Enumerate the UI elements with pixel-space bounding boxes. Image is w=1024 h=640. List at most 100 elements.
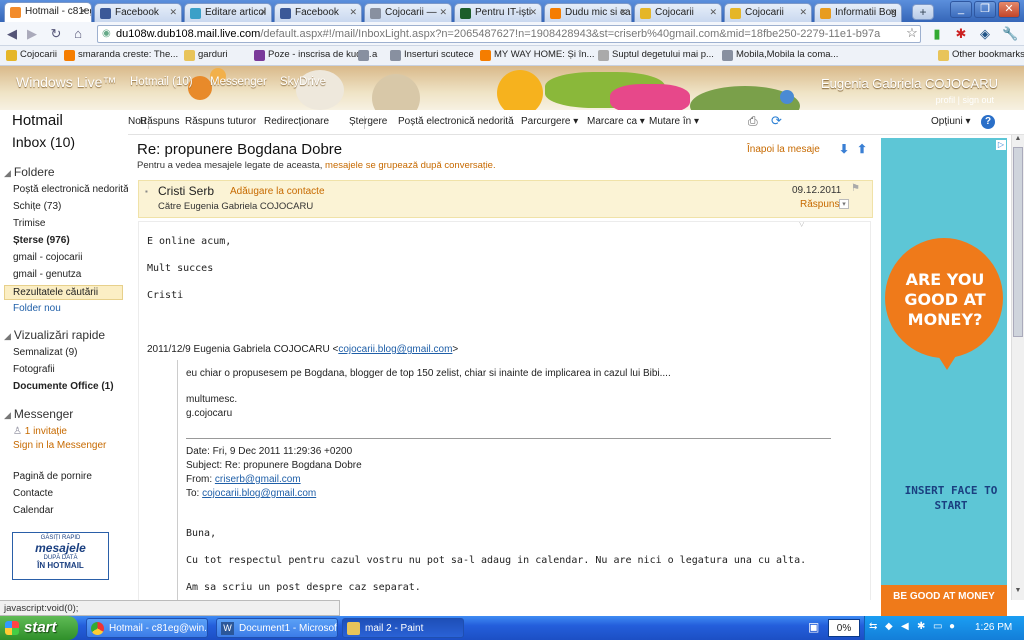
browser-tab[interactable]: Facebook ✕	[274, 3, 362, 22]
bookmark-item[interactable]: garduri	[184, 49, 228, 61]
bookmark-item[interactable]: Suptul degetului mai p...	[598, 49, 714, 61]
options-menu[interactable]: Opțiuni ▾	[931, 116, 970, 127]
extension-icon[interactable]: ✱	[953, 26, 969, 42]
close-tab-icon[interactable]: ✕	[799, 7, 807, 18]
fwd-to-link[interactable]: cojocarii.blog@gmail.com	[202, 488, 316, 499]
forward-button[interactable]: Redirecționare	[264, 116, 329, 127]
adchoices-icon[interactable]: ▷	[996, 140, 1006, 150]
junk-button[interactable]: Poștă electronică nedorită	[398, 116, 514, 127]
clock[interactable]: 1:26 PM	[975, 622, 1012, 633]
start-button[interactable]: start	[0, 616, 78, 640]
maximize-button[interactable]: ❐	[974, 1, 996, 18]
messenger-signin-link[interactable]: Sign in la Messenger	[13, 440, 106, 451]
browser-tab[interactable]: Pentru IT-iști ✕	[454, 3, 542, 22]
advertisement[interactable]: ▷ ARE YOU GOOD AT MONEY? INSERT FACE TO …	[881, 138, 1007, 616]
reply-button[interactable]: Răspuns	[140, 116, 179, 127]
bookmark-item[interactable]: Mobila,Mobila la coma...	[722, 49, 838, 61]
other-bookmarks[interactable]: Other bookmarks	[938, 49, 1024, 61]
quick-view-item[interactable]: Documente Office (1)	[13, 381, 114, 392]
close-tab-icon[interactable]: ✕	[349, 7, 357, 18]
delete-button[interactable]: Ștergere	[349, 116, 387, 127]
signal-extension-icon[interactable]: ▮	[929, 26, 945, 42]
folder-item[interactable]: gmail - cojocarii	[13, 252, 82, 263]
nav-hotmail[interactable]: Hotmail (10)	[130, 76, 193, 88]
monitor-icon[interactable]: ▭	[933, 621, 942, 632]
mark-as-menu[interactable]: Marcare ca ▾	[587, 116, 645, 127]
reply-dropdown-icon[interactable]: ▾	[839, 199, 849, 209]
taskbar-item-word[interactable]: W Document1 - Microsof...	[216, 618, 338, 638]
folder-item[interactable]: Folder nou	[13, 303, 61, 314]
quick-view-item[interactable]: Fotografii	[13, 364, 55, 375]
reply-link[interactable]: Răspuns	[800, 199, 839, 210]
previous-message-icon[interactable]: ⬆	[857, 143, 869, 155]
close-window-button[interactable]: ✕	[998, 1, 1020, 18]
home-page-link[interactable]: Pagină de pornire	[13, 471, 92, 482]
help-icon[interactable]: ?	[981, 115, 995, 129]
bookmark-item[interactable]: smaranda creste: The...	[64, 49, 178, 61]
promo-banner[interactable]: GĂSIȚI RAPID mesajele DUPĂ DATĂ ÎN HOTMA…	[12, 532, 109, 580]
hotmail-title[interactable]: Hotmail	[12, 112, 63, 129]
next-message-icon[interactable]: ⬇	[839, 143, 851, 155]
new-tab-button[interactable]: +	[912, 4, 934, 20]
home-icon[interactable]: ⌂	[70, 26, 86, 42]
folder-item[interactable]: Schițe (73)	[13, 201, 61, 212]
folder-item[interactable]: Rezultatele căutării	[4, 285, 123, 300]
sign-out-link[interactable]: sign out	[962, 95, 994, 105]
bookmark-item[interactable]: Cojocarii	[6, 49, 57, 61]
refresh-icon[interactable]: ⟳	[771, 113, 782, 129]
conversation-link[interactable]: mesajele se grupează după conversație.	[325, 160, 496, 171]
back-to-messages-link[interactable]: Înapoi la mesaje	[747, 144, 820, 155]
close-tab-icon[interactable]: ✕	[259, 7, 267, 18]
close-tab-icon[interactable]: ✕	[889, 7, 897, 18]
contacts-link[interactable]: Contacte	[13, 488, 53, 499]
back-icon[interactable]: ◀	[4, 26, 20, 42]
network-icon[interactable]: ⇆	[869, 621, 877, 632]
close-tab-icon[interactable]: ✕	[79, 6, 87, 17]
sweep-menu[interactable]: Parcurgere ▾	[521, 116, 578, 127]
folders-heading[interactable]: ◢ Foldere	[4, 165, 55, 179]
bookmark-item[interactable]: Inserturi scutece	[390, 49, 474, 61]
close-tab-icon[interactable]: ✕	[709, 7, 717, 18]
taskbar-item-chrome[interactable]: Hotmail - c81eg@win...	[86, 618, 208, 638]
nav-skydrive[interactable]: SkyDrive	[280, 76, 326, 88]
flag-icon[interactable]: ⚑	[851, 183, 860, 194]
shield-icon[interactable]: ◆	[885, 621, 893, 632]
page-scrollbar[interactable]: ▲ ▼	[1011, 135, 1024, 600]
browser-tab[interactable]: Cojocarii — ✕	[364, 3, 452, 22]
taskbar-item-paint[interactable]: mail 2 - Paint	[342, 618, 464, 638]
inbox-link[interactable]: Inbox (10)	[12, 134, 75, 150]
desktop-icon[interactable]: ▣	[808, 620, 824, 636]
minimize-button[interactable]: _	[950, 1, 972, 18]
folder-item[interactable]: Șterse (976)	[13, 235, 70, 246]
move-to-menu[interactable]: Mutare în ▾	[649, 116, 699, 127]
scroll-down-icon[interactable]: ▼	[1013, 587, 1023, 597]
windows-live-logo[interactable]: Windows Live™	[16, 74, 116, 90]
wrench-icon[interactable]: 🔧	[1002, 26, 1018, 42]
browser-tab[interactable]: Facebook ✕	[94, 3, 182, 22]
print-icon[interactable]: ⎙	[748, 114, 758, 129]
antivirus-icon[interactable]: ●	[949, 621, 955, 632]
user-name[interactable]: Eugenia Gabriela COJOCARU	[821, 76, 998, 91]
close-tab-icon[interactable]: ✕	[169, 7, 177, 18]
address-bar[interactable]: ◉ du108w.dub108.mail.live.com/default.as…	[97, 25, 921, 43]
folder-item[interactable]: Trimise	[13, 218, 45, 229]
calendar-link[interactable]: Calendar	[13, 505, 54, 516]
sender-name[interactable]: Cristi Serb	[158, 184, 214, 198]
browser-tab[interactable]: Cojocarii ✕	[724, 3, 812, 22]
browser-tab[interactable]: Cojocarii ✕	[634, 3, 722, 22]
expand-icon[interactable]: ▽	[799, 222, 804, 228]
reply-all-button[interactable]: Răspuns tuturor	[185, 116, 256, 127]
scroll-up-icon[interactable]: ▲	[1013, 135, 1023, 145]
battery-percent[interactable]: 0%	[828, 619, 860, 637]
add-contact-link[interactable]: Adăugare la contacte	[230, 186, 325, 197]
scroll-thumb[interactable]	[1013, 147, 1023, 337]
forward-icon[interactable]: ▶	[24, 26, 40, 42]
bookmark-item[interactable]: MY WAY HOME: Și în...	[480, 49, 594, 61]
quote-email-link[interactable]: cojocarii.blog@gmail.com	[338, 344, 452, 355]
star-icon[interactable]: ☆	[904, 25, 920, 41]
collapse-message-icon[interactable]: ▪	[145, 187, 148, 196]
fwd-from-link[interactable]: criserb@gmail.com	[215, 474, 301, 485]
quick-views-heading[interactable]: ◢ Vizualizări rapide	[4, 328, 105, 342]
close-tab-icon[interactable]: ✕	[529, 7, 537, 18]
browser-tab[interactable]: Informatii Bog ✕	[814, 3, 902, 22]
